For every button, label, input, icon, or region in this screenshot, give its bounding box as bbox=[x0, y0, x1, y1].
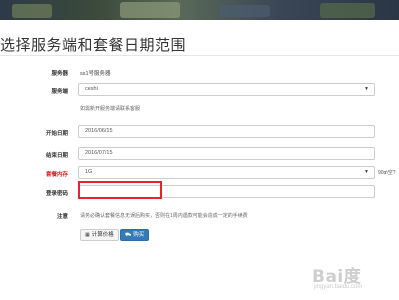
cart-icon: ⛟ bbox=[125, 232, 132, 238]
page: 选择服务端和套餐日期范围 服务器 ss1号服务器 服务端 ceshi ▼ 如需新… bbox=[0, 0, 399, 300]
notice-label: 注意 bbox=[56, 214, 68, 220]
start-date-label: 开始日期 bbox=[45, 131, 68, 137]
server-side-selected-value: ceshi bbox=[85, 86, 98, 92]
chevron-down-icon: ▼ bbox=[364, 169, 369, 175]
server-side-select[interactable]: ceshi ▼ bbox=[78, 83, 375, 96]
chevron-down-icon: ▼ bbox=[364, 86, 369, 92]
end-date-label: 结束日期 bbox=[45, 153, 68, 159]
page-title: 选择服务端和套餐日期范围 bbox=[0, 37, 187, 54]
server-label: 服务器 bbox=[51, 71, 68, 77]
server-side-label: 服务端 bbox=[51, 89, 68, 95]
title-divider bbox=[0, 55, 399, 56]
baidu-jingyan-watermark: Bai度 jingyan.baidu.com bbox=[302, 256, 394, 296]
end-date-input[interactable]: 2016/07/15 bbox=[78, 147, 375, 160]
header-banner-image bbox=[0, 0, 399, 20]
buy-button[interactable]: ⛟ 购买 bbox=[120, 229, 150, 241]
plan-memory-selected-value: 1G bbox=[85, 169, 93, 175]
plan-memory-label: 套餐内存 bbox=[45, 172, 68, 178]
calculator-icon: ▦ bbox=[85, 232, 90, 238]
buy-label: 购买 bbox=[133, 232, 145, 238]
plan-memory-suffix: 90₥空? bbox=[378, 170, 396, 176]
end-date-value: 2016/07/15 bbox=[85, 150, 113, 156]
start-date-value: 2016/06/15 bbox=[85, 128, 113, 134]
server-value: ss1号服务器 bbox=[80, 71, 111, 77]
notice-text: 请务必确认套餐信息无误后购买，否则在1周内遇款可能会造成一定的手续费 bbox=[80, 213, 248, 219]
server-side-help: 如需新开服务端请联系客服 bbox=[80, 106, 141, 112]
highlight-annotation-box bbox=[78, 181, 162, 199]
watermark-url: jingyan.baidu.com bbox=[314, 284, 363, 290]
calculate-price-label: 计算价格 bbox=[91, 232, 114, 238]
calculate-price-button[interactable]: ▦ 计算价格 bbox=[80, 229, 119, 241]
start-date-input[interactable]: 2016/06/15 bbox=[78, 125, 375, 138]
plan-memory-select[interactable]: 1G ▼ bbox=[78, 166, 375, 179]
login-password-label: 登录密码 bbox=[45, 191, 68, 197]
